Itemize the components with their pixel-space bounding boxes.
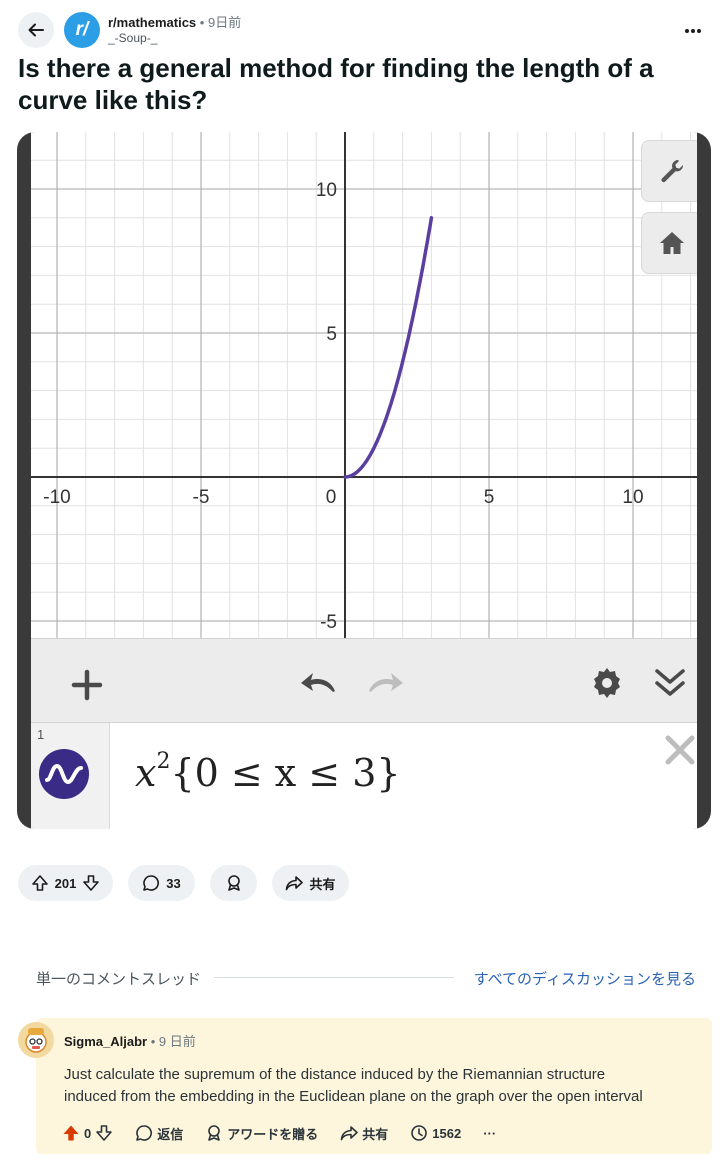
x-tick-label: -5 bbox=[193, 487, 210, 508]
post-title-line-1: Is there a general method for finding th… bbox=[18, 53, 654, 83]
add-expression-icon[interactable] bbox=[71, 669, 103, 701]
post-image[interactable]: -10 -5 0 5 10 10 5 -5 1 x2{0 ≤ x ≤ 3} bbox=[17, 132, 711, 829]
comment-vote-control: 0 bbox=[62, 1124, 113, 1142]
comment-body-line-2: induced from the embedding in the Euclid… bbox=[64, 1088, 643, 1105]
downvote-icon[interactable] bbox=[95, 1124, 113, 1142]
y-tick-label: 10 bbox=[316, 180, 337, 201]
share-button[interactable]: 共有 bbox=[272, 865, 349, 901]
more-dots-icon: ··· bbox=[483, 1125, 497, 1141]
post-time: 9日前 bbox=[207, 15, 242, 30]
x-tick-label: -10 bbox=[43, 487, 70, 508]
award-icon bbox=[227, 875, 240, 891]
comment-more-button[interactable]: ··· bbox=[483, 1126, 496, 1141]
upvote-filled-icon[interactable] bbox=[62, 1124, 80, 1142]
expression-exponent: 2 bbox=[156, 749, 171, 774]
view-count: 1562 bbox=[410, 1124, 461, 1142]
gear-icon[interactable] bbox=[591, 667, 623, 699]
award-icon bbox=[208, 1125, 221, 1141]
downvote-icon[interactable] bbox=[82, 874, 100, 892]
back-arrow-icon bbox=[28, 23, 44, 37]
award-label: アワードを贈る bbox=[227, 1126, 319, 1142]
single-thread-label: 単一のコメントスレッド bbox=[36, 971, 202, 988]
comment-meta: Sigma_Aljabr • 9 日前 bbox=[64, 1031, 196, 1050]
share-icon bbox=[340, 1126, 359, 1141]
collapse-chevrons-icon[interactable] bbox=[653, 665, 687, 701]
snoo-avatar-icon bbox=[25, 1028, 47, 1053]
clock-icon bbox=[411, 1125, 428, 1141]
expression-condition: 0 ≤ x ≤ 3 bbox=[194, 751, 377, 795]
give-award-button[interactable]: アワードを贈る bbox=[205, 1124, 318, 1143]
comment-body: Just calculate the supremum of the dista… bbox=[64, 1064, 694, 1108]
expression-open-brace: { bbox=[170, 751, 195, 795]
comment-username[interactable]: Sigma_Aljabr bbox=[64, 1034, 147, 1049]
home-icon bbox=[660, 232, 684, 254]
vote-count: 201 bbox=[54, 875, 77, 891]
expression-toolbar bbox=[31, 638, 697, 723]
graph-settings-button[interactable] bbox=[641, 140, 697, 202]
avatar[interactable] bbox=[18, 1022, 54, 1058]
post-title-line-2: curve like this? bbox=[18, 85, 208, 115]
comment-actions: 0 返信 アワードを贈る 共有 1562 ··· bbox=[62, 1122, 518, 1144]
post-meta: r/mathematics • 9日前 bbox=[108, 12, 241, 31]
share-label: 共有 bbox=[309, 876, 336, 892]
y-tick-label: -5 bbox=[320, 612, 337, 633]
see-all-discussion-link[interactable]: すべてのディスカッションを見る bbox=[474, 968, 696, 989]
comment-vote-count: 0 bbox=[84, 1125, 92, 1141]
comment-body-line-1: Just calculate the supremum of the dista… bbox=[64, 1066, 606, 1083]
meta-separator: • bbox=[199, 15, 205, 30]
x-tick-label: 0 bbox=[326, 487, 337, 508]
upvote-icon[interactable] bbox=[31, 874, 49, 892]
subreddit-avatar[interactable]: r/ bbox=[64, 12, 100, 48]
back-button[interactable] bbox=[18, 12, 54, 48]
function-curve bbox=[343, 216, 434, 479]
expression-close-brace: } bbox=[376, 751, 401, 795]
graph-home-button[interactable] bbox=[641, 212, 697, 274]
expression-row[interactable]: 1 x2{0 ≤ x ≤ 3} bbox=[31, 722, 697, 829]
award-button[interactable] bbox=[210, 865, 257, 901]
comment-count: 33 bbox=[166, 875, 181, 891]
x-tick-label: 10 bbox=[622, 487, 643, 508]
reply-label: 返信 bbox=[157, 1126, 184, 1142]
more-options-button[interactable] bbox=[684, 18, 702, 39]
view-count-value: 1562 bbox=[432, 1125, 462, 1141]
post-author[interactable]: _-Soup-_ bbox=[108, 31, 157, 45]
desmos-logo-icon[interactable] bbox=[39, 749, 89, 799]
undo-icon[interactable] bbox=[299, 669, 339, 695]
wrench-icon bbox=[661, 160, 684, 183]
graph-area[interactable]: -10 -5 0 5 10 10 5 -5 bbox=[31, 132, 697, 638]
comment-meta-separator: • bbox=[150, 1034, 156, 1049]
y-tick-label: 5 bbox=[326, 324, 337, 345]
delete-expression-icon[interactable] bbox=[663, 733, 697, 767]
expression-gutter: 1 bbox=[31, 723, 110, 829]
comment-time: 9 日前 bbox=[158, 1034, 196, 1049]
comment-share-label: 共有 bbox=[362, 1126, 389, 1142]
thread-divider bbox=[214, 977, 454, 978]
graph-plot: -10 -5 0 5 10 10 5 -5 bbox=[31, 132, 697, 638]
expression-number: 1 bbox=[37, 727, 45, 742]
comment-icon bbox=[143, 875, 160, 891]
comments-button[interactable]: 33 bbox=[128, 865, 195, 901]
comment-icon bbox=[136, 1125, 153, 1141]
subreddit-name[interactable]: r/mathematics bbox=[108, 15, 196, 30]
more-dots-icon bbox=[685, 29, 701, 33]
share-icon bbox=[286, 876, 304, 891]
expression-input[interactable]: x2{0 ≤ x ≤ 3} bbox=[135, 749, 401, 795]
x-tick-label: 5 bbox=[484, 487, 495, 508]
reply-button[interactable]: 返信 bbox=[135, 1124, 183, 1143]
expression-base: x bbox=[135, 751, 157, 795]
post-title: Is there a general method for finding th… bbox=[18, 52, 698, 116]
comment-share-button[interactable]: 共有 bbox=[340, 1124, 388, 1143]
vote-control: 201 bbox=[18, 865, 113, 901]
redo-icon[interactable] bbox=[365, 669, 405, 695]
